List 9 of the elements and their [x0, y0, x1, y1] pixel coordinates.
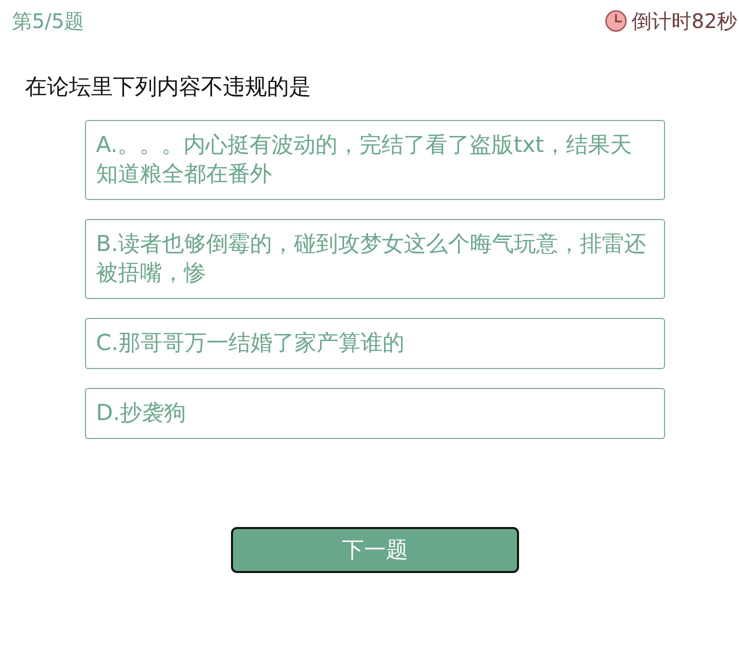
question-text: 在论坛里下列内容不违规的是	[25, 75, 311, 100]
next-question-button[interactable]: 下一题	[231, 527, 519, 573]
answer-option[interactable]: D.抄袭狗	[85, 388, 665, 439]
answer-option[interactable]: B.读者也够倒霉的，碰到攻梦女这么个晦气玩意，排雷还被捂嘴，惨	[85, 219, 665, 299]
question-number: 第5/5题	[12, 8, 84, 35]
clock-icon	[604, 10, 627, 32]
answer-option[interactable]: A.。。。内心挺有波动的，完结了看了盗版txt，结果天知道粮全都在番外	[85, 120, 665, 200]
answer-option[interactable]: C.那哥哥万一结婚了家产算谁的	[85, 318, 665, 369]
countdown-timer: 倒计时82秒	[632, 8, 737, 35]
